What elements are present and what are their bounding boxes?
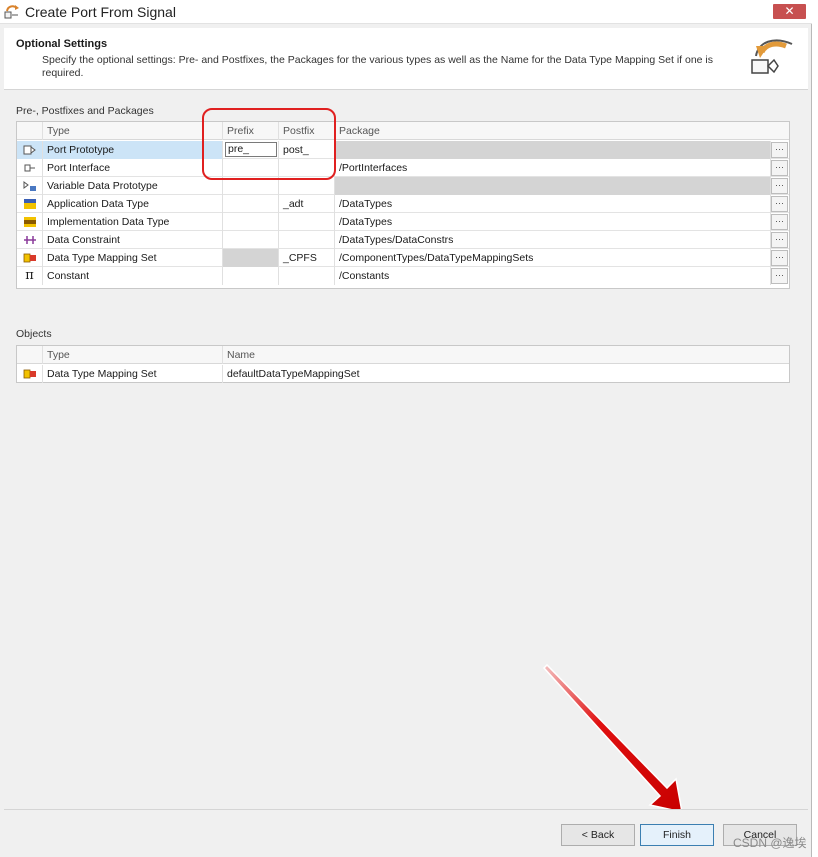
- wizard-footer: < Back Finish Cancel: [4, 809, 808, 857]
- annotation-arrow: [542, 663, 683, 813]
- dialog-window: Create Port From Signal ✕ Optional Setti…: [0, 0, 812, 857]
- watermark: CSDN @逸埃: [733, 836, 807, 850]
- background-strip: [812, 0, 818, 857]
- finish-button[interactable]: Finish: [640, 824, 714, 846]
- back-button[interactable]: < Back: [561, 824, 635, 846]
